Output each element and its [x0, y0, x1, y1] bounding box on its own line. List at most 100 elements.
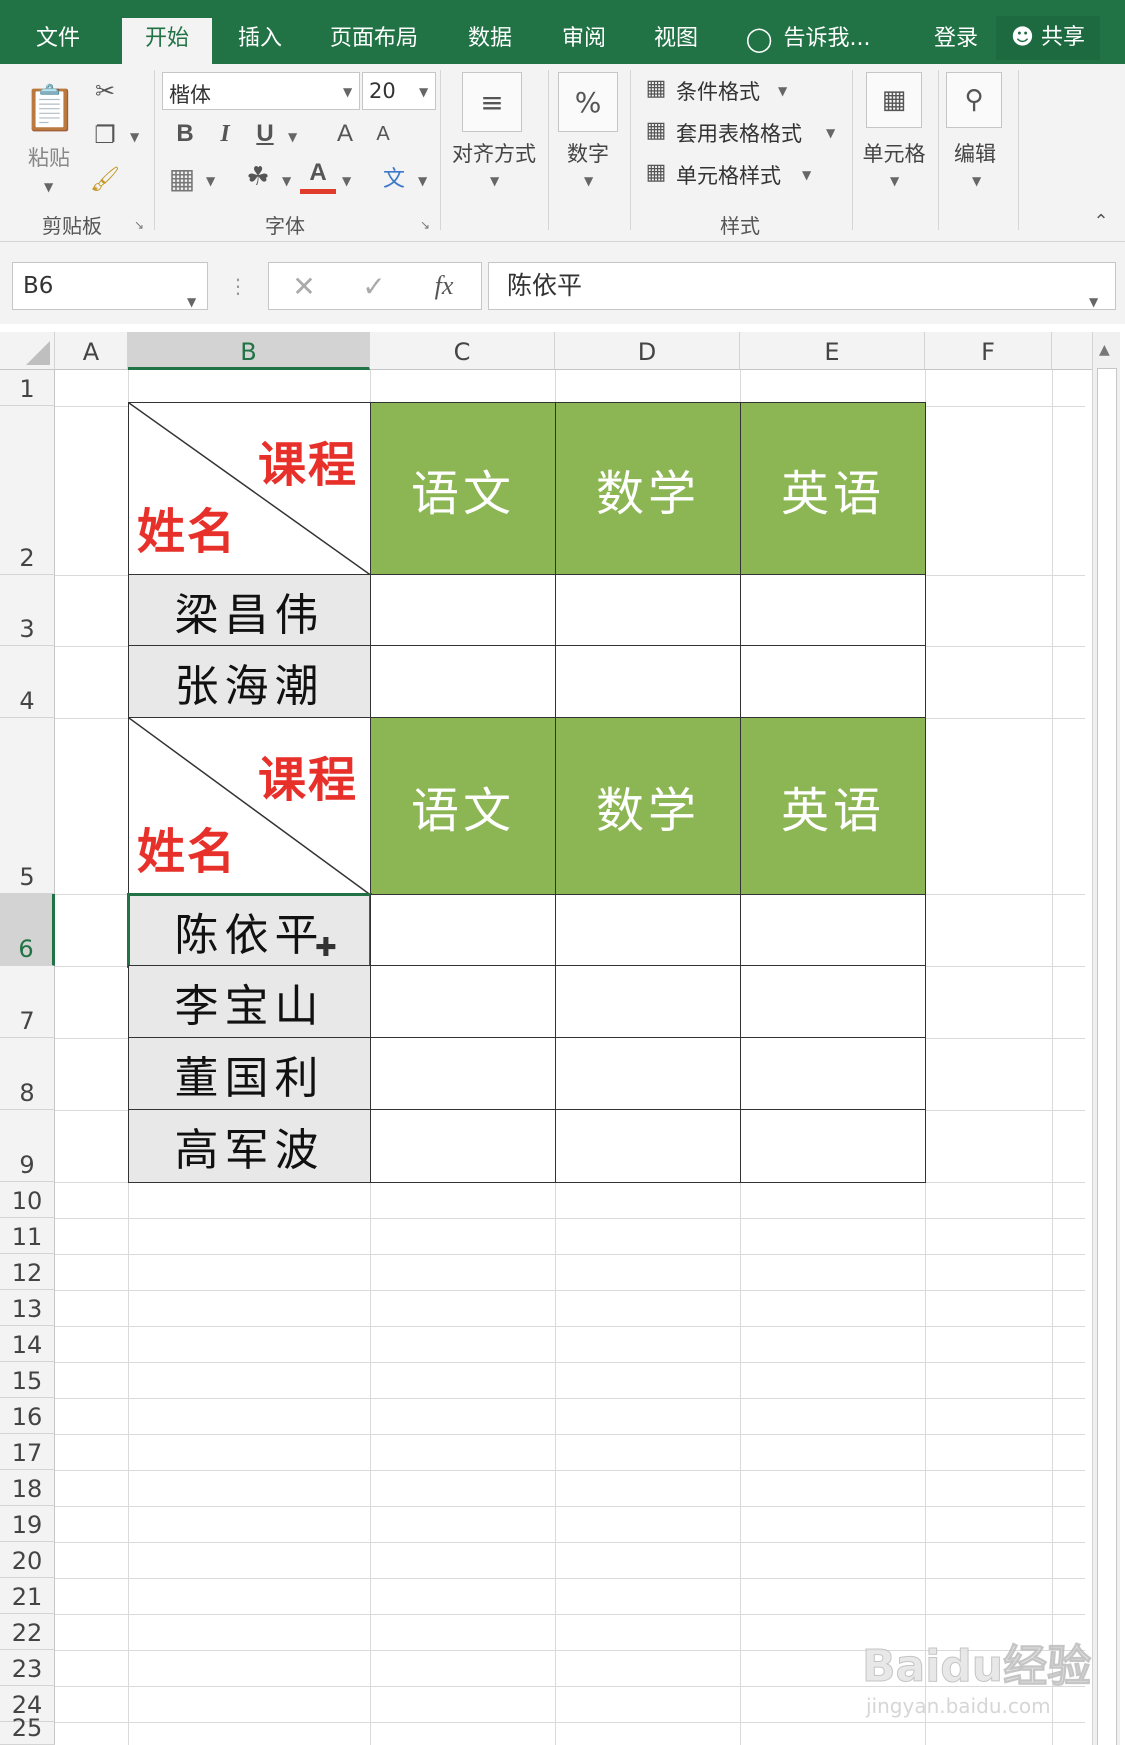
formula-input[interactable]: 陈依平 ▼ — [488, 262, 1116, 310]
editing-button[interactable]: 编辑 — [944, 138, 1006, 168]
bold-button[interactable]: B — [168, 116, 202, 152]
copy-icon[interactable]: ❐ — [88, 118, 122, 152]
number-button[interactable]: 数字 — [556, 138, 620, 168]
alignment-button[interactable]: 对齐方式 — [444, 138, 544, 168]
align-icon[interactable]: ≡ — [462, 72, 522, 132]
alignment-dropdown-icon[interactable]: ▼ — [490, 174, 499, 188]
collapse-ribbon-icon[interactable]: ⌃ — [1086, 208, 1116, 234]
subject-header-c5[interactable]: 语文 — [370, 717, 556, 895]
student-name-b8[interactable]: 董国利 — [128, 1037, 371, 1111]
diagonal-header-cell-b5[interactable]: 课程 姓名 — [128, 717, 372, 896]
score-cell-e7[interactable] — [740, 965, 926, 1039]
subject-header-e5[interactable]: 英语 — [740, 717, 926, 895]
name-box[interactable]: B6 ▼ — [12, 262, 208, 310]
row-header-4[interactable]: 4 — [0, 646, 55, 718]
row-header-25[interactable]: 25 — [0, 1714, 55, 1745]
score-cell-c9[interactable] — [370, 1109, 556, 1183]
row-header-5[interactable]: 5 — [0, 718, 55, 894]
subject-header-e2[interactable]: 英语 — [740, 402, 926, 575]
score-cell-d4[interactable] — [555, 645, 741, 719]
search-icon[interactable]: ⚲ — [946, 72, 1002, 128]
row-header-13[interactable]: 13 — [0, 1290, 55, 1326]
row-header-19[interactable]: 19 — [0, 1506, 55, 1542]
phonetic-dropdown-icon[interactable]: ▼ — [418, 174, 427, 188]
score-cell-e3[interactable] — [740, 574, 926, 647]
row-header-23[interactable]: 23 — [0, 1650, 55, 1686]
cells-button[interactable]: 单元格 — [856, 138, 932, 168]
format-painter-icon[interactable]: 🖌 — [88, 162, 122, 196]
insert-function-button[interactable]: fx — [424, 266, 464, 306]
font-color-dropdown-icon[interactable]: ▼ — [342, 174, 351, 188]
tab-page-layout[interactable]: 页面布局 — [318, 0, 430, 64]
student-name-b4[interactable]: 张海潮 — [128, 645, 371, 719]
score-cell-e8[interactable] — [740, 1037, 926, 1111]
cells-icon[interactable]: ▦ — [866, 72, 922, 128]
tab-file[interactable]: 文件 — [20, 0, 96, 64]
chevron-down-icon[interactable]: ▼ — [802, 168, 811, 182]
tab-review[interactable]: 审阅 — [546, 0, 622, 64]
column-header-b[interactable]: B — [128, 332, 370, 370]
vertical-scrollbar[interactable]: ▲ — [1092, 332, 1120, 1745]
score-cell-d8[interactable] — [555, 1037, 741, 1111]
row-header-22[interactable]: 22 — [0, 1614, 55, 1650]
score-cell-c4[interactable] — [370, 645, 556, 719]
column-header-f[interactable]: F — [925, 332, 1052, 370]
chevron-down-icon[interactable]: ▼ — [826, 126, 835, 140]
column-header-a[interactable]: A — [55, 332, 128, 370]
copy-dropdown-icon[interactable]: ▼ — [130, 130, 139, 144]
row-header-1[interactable]: 1 — [0, 370, 55, 406]
underline-button[interactable]: U — [248, 116, 282, 152]
row-header-20[interactable]: 20 — [0, 1542, 55, 1578]
row-header-11[interactable]: 11 — [0, 1218, 55, 1254]
border-dropdown-icon[interactable]: ▼ — [206, 174, 215, 188]
conditional-format-button[interactable]: 条件格式 — [676, 76, 760, 106]
tab-data[interactable]: 数据 — [452, 0, 528, 64]
underline-dropdown-icon[interactable]: ▼ — [288, 130, 297, 144]
phonetic-button[interactable]: 文 — [376, 158, 412, 196]
row-header-12[interactable]: 12 — [0, 1254, 55, 1290]
shrink-font-button[interactable]: A — [366, 116, 400, 152]
score-cell-c7[interactable] — [370, 965, 556, 1039]
column-header-e[interactable]: E — [740, 332, 925, 370]
student-name-b3[interactable]: 梁昌伟 — [128, 574, 371, 647]
login-link[interactable]: 登录 — [924, 0, 988, 64]
score-cell-d7[interactable] — [555, 965, 741, 1039]
font-size-select[interactable]: 20 ▼ — [362, 72, 436, 110]
score-cell-d3[interactable] — [555, 574, 741, 647]
subject-header-c2[interactable]: 语文 — [370, 402, 556, 575]
tab-view[interactable]: 视图 — [638, 0, 714, 64]
row-header-17[interactable]: 17 — [0, 1434, 55, 1470]
paste-icon[interactable]: 📋 — [22, 76, 78, 140]
share-button[interactable]: ☻ 共享 — [996, 16, 1100, 60]
scroll-up-icon[interactable]: ▲ — [1099, 342, 1110, 358]
cells-dropdown-icon[interactable]: ▼ — [890, 174, 899, 188]
student-name-b6[interactable]: 陈依平 ✚ — [127, 893, 372, 968]
column-header-d[interactable]: D — [555, 332, 740, 370]
score-cell-d9[interactable] — [555, 1109, 741, 1183]
row-header-15[interactable]: 15 — [0, 1362, 55, 1398]
fill-color-icon[interactable]: ☘ — [240, 158, 276, 196]
row-header-10[interactable]: 10 — [0, 1182, 55, 1218]
row-header-21[interactable]: 21 — [0, 1578, 55, 1614]
column-header-c[interactable]: C — [370, 332, 555, 370]
format-as-table-button[interactable]: 套用表格格式 — [676, 118, 802, 148]
score-cell-e6[interactable] — [740, 894, 926, 967]
row-header-7[interactable]: 7 — [0, 966, 55, 1038]
row-header-18[interactable]: 18 — [0, 1470, 55, 1506]
tab-insert[interactable]: 插入 — [222, 0, 298, 64]
column-header-g[interactable] — [1052, 332, 1092, 370]
score-cell-e9[interactable] — [740, 1109, 926, 1183]
percent-icon[interactable]: % — [558, 72, 618, 132]
row-header-8[interactable]: 8 — [0, 1038, 55, 1110]
score-cell-d6[interactable] — [555, 894, 741, 967]
tab-home[interactable]: 开始 — [122, 18, 212, 64]
paste-dropdown-icon[interactable]: ▼ — [44, 180, 53, 194]
row-header-14[interactable]: 14 — [0, 1326, 55, 1362]
cancel-icon[interactable]: ✕ — [284, 266, 324, 306]
score-cell-e4[interactable] — [740, 645, 926, 719]
student-name-b7[interactable]: 李宝山 — [128, 965, 371, 1039]
score-cell-c8[interactable] — [370, 1037, 556, 1111]
tell-me-search[interactable]: 告诉我... — [776, 0, 878, 64]
italic-button[interactable]: I — [208, 116, 242, 152]
editing-dropdown-icon[interactable]: ▼ — [972, 174, 981, 188]
